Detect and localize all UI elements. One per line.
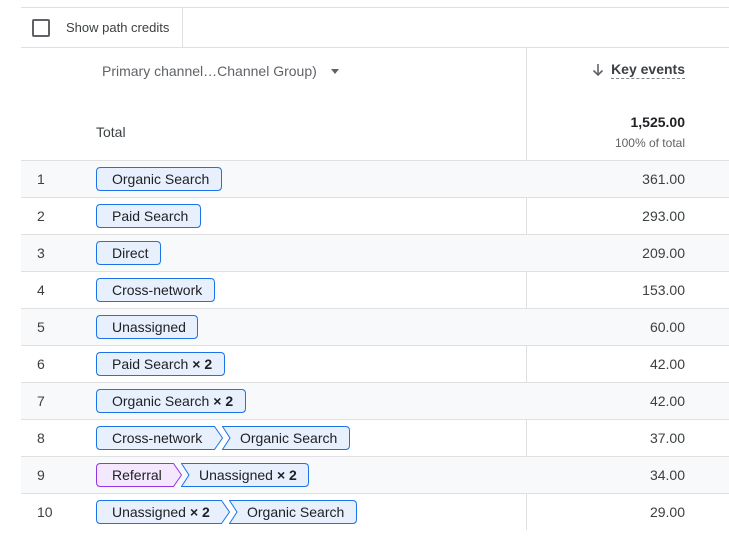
table-row[interactable]: 1 Organic Search 361.00	[21, 160, 729, 197]
path-credits-toggle[interactable]: Show path credits	[21, 8, 183, 47]
chip-label: Organic Search	[112, 393, 210, 409]
path-step-chip[interactable]: Organic Search	[229, 500, 357, 524]
row-number: 10	[37, 504, 53, 520]
chip-label: Paid Search	[112, 356, 189, 372]
table-row[interactable]: 2 Paid Search 293.00	[21, 197, 729, 234]
chip-label: Organic Search	[112, 171, 210, 187]
channel-path: Referral Unassigned × 2	[96, 463, 309, 487]
row-number: 4	[37, 282, 45, 298]
key-events-column-label[interactable]: Key events	[611, 61, 685, 79]
path-step-chip[interactable]: Cross-network	[96, 278, 215, 302]
total-value: 1,525.00	[630, 114, 686, 130]
channel-path: Organic Search	[96, 167, 222, 191]
channel-path: Paid Search	[96, 204, 201, 228]
chip-label: Unassigned	[112, 319, 186, 335]
table-row[interactable]: 7 Organic Search × 2 42.00	[21, 382, 729, 419]
table-row[interactable]: 3 Direct 209.00	[21, 234, 729, 271]
chip-multiplier: × 2	[213, 393, 234, 409]
chip-label: Cross-network	[112, 430, 203, 446]
row-number: 8	[37, 430, 45, 446]
channel-path: Cross-network Organic Search	[96, 426, 350, 450]
table-row[interactable]: 10 Unassigned × 2 Organic Search 29.00	[21, 493, 729, 530]
metric-column-header[interactable]: Key events	[592, 61, 685, 79]
chip-multiplier: × 2	[276, 467, 297, 483]
key-events-value: 42.00	[649, 393, 685, 409]
path-step-chip[interactable]: Referral	[96, 463, 182, 487]
table-row[interactable]: 6 Paid Search × 2 42.00	[21, 345, 729, 382]
chip-label: Organic Search	[240, 430, 338, 446]
dimension-column-label: Primary channel…Channel Group)	[102, 63, 317, 79]
channel-path: Unassigned	[96, 315, 198, 339]
channel-path: Direct	[96, 241, 161, 265]
table-row[interactable]: 9 Referral Unassigned × 2 34.00	[21, 456, 729, 493]
row-number: 7	[37, 393, 45, 409]
path-step-chip[interactable]: Organic Search	[96, 167, 222, 191]
table-row[interactable]: 8 Cross-network Organic Search 37.00	[21, 419, 729, 456]
row-number: 1	[37, 171, 45, 187]
key-events-value: 293.00	[642, 208, 685, 224]
channel-path: Organic Search × 2	[96, 389, 246, 413]
path-step-chip[interactable]: Organic Search	[222, 426, 350, 450]
path-step-chip[interactable]: Unassigned × 2	[96, 500, 230, 524]
chip-label: Referral	[112, 467, 162, 483]
chip-multiplier: × 2	[189, 504, 210, 520]
total-label: Total	[96, 124, 126, 140]
table-row[interactable]: 4 Cross-network 153.00	[21, 271, 729, 308]
path-step-chip[interactable]: Cross-network	[96, 426, 223, 450]
dimension-column-header[interactable]: Primary channel…Channel Group)	[102, 63, 339, 79]
key-events-value: 361.00	[642, 171, 685, 187]
row-number: 9	[37, 467, 45, 483]
path-step-chip[interactable]: Paid Search × 2	[96, 352, 225, 376]
chip-label: Paid Search	[112, 208, 189, 224]
key-events-value: 29.00	[649, 504, 685, 520]
show-path-credits-checkbox[interactable]	[32, 18, 50, 37]
chip-label: Organic Search	[247, 504, 345, 520]
row-number: 2	[37, 208, 45, 224]
row-number: 3	[37, 245, 45, 261]
path-step-chip[interactable]: Paid Search	[96, 204, 201, 228]
chip-multiplier: × 2	[192, 356, 213, 372]
key-events-value: 37.00	[649, 430, 685, 446]
key-events-value: 34.00	[649, 467, 685, 483]
channel-path: Unassigned × 2 Organic Search	[96, 500, 357, 524]
path-step-chip[interactable]: Unassigned	[96, 315, 198, 339]
chip-label: Unassigned	[199, 467, 273, 483]
chip-label: Direct	[112, 245, 149, 261]
path-step-chip[interactable]: Organic Search × 2	[96, 389, 246, 413]
header-divider	[21, 47, 729, 48]
key-events-value: 153.00	[642, 282, 685, 298]
chip-label: Unassigned	[112, 504, 186, 520]
total-percent: 100% of total	[614, 136, 685, 150]
chip-label: Cross-network	[112, 282, 203, 298]
key-events-value: 42.00	[649, 356, 685, 372]
table-row[interactable]: 5 Unassigned 60.00	[21, 308, 729, 345]
path-step-chip[interactable]: Unassigned × 2	[181, 463, 309, 487]
path-step-chip[interactable]: Direct	[96, 241, 161, 265]
caret-down-icon[interactable]	[330, 68, 339, 74]
row-number: 6	[37, 356, 45, 372]
channel-path: Cross-network	[96, 278, 215, 302]
sort-arrow-down-icon	[592, 64, 604, 77]
row-number: 5	[37, 319, 45, 335]
key-events-value: 60.00	[649, 319, 685, 335]
channel-path: Paid Search × 2	[96, 352, 225, 376]
show-path-credits-label: Show path credits	[66, 20, 170, 35]
key-events-value: 209.00	[642, 245, 685, 261]
path-table-body: 1 Organic Search 361.00 2 Paid Search 293.00 3…	[21, 160, 729, 530]
